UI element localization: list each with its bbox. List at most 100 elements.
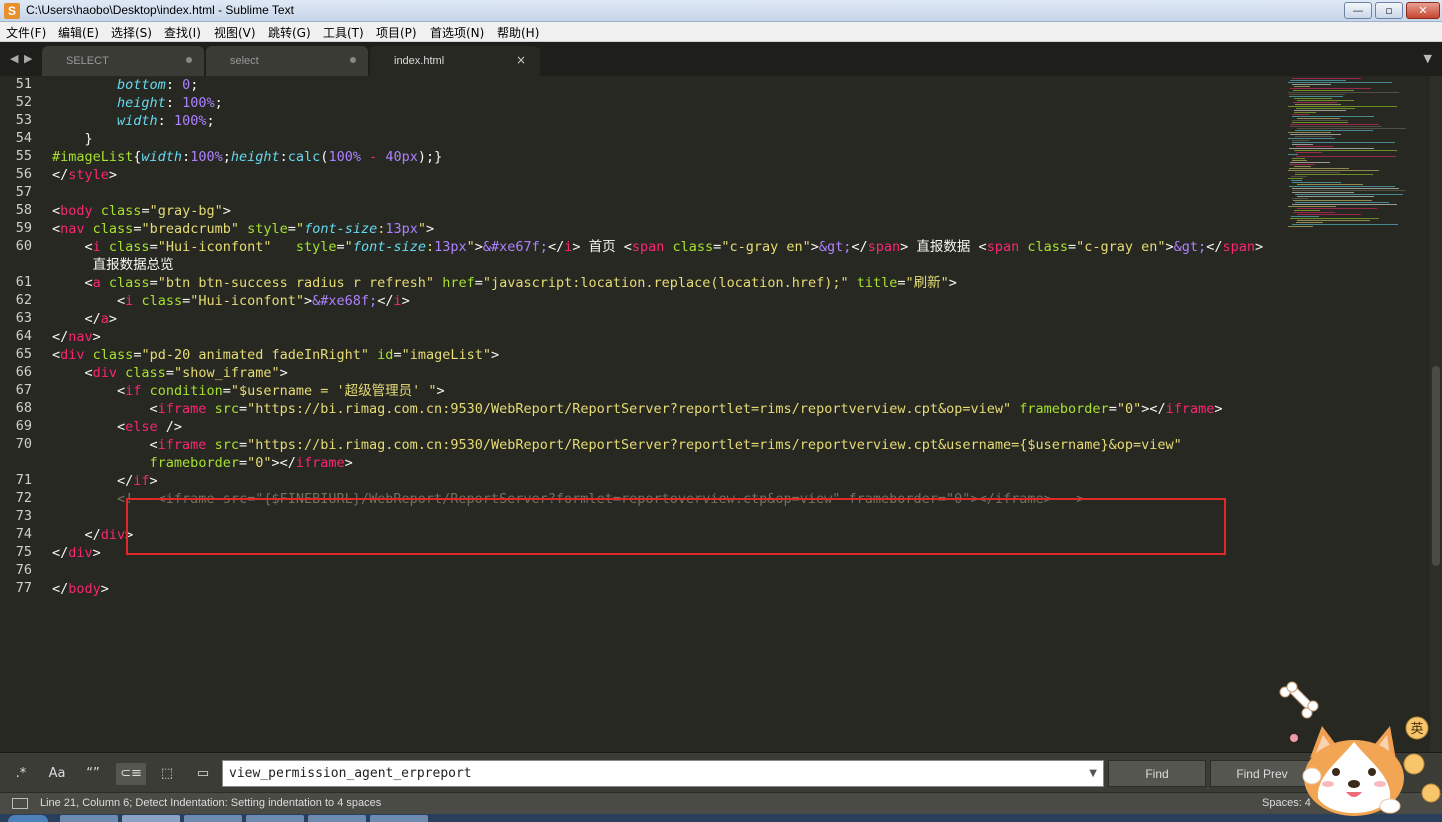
maximize-button[interactable]: ▫ [1375, 2, 1403, 19]
code-line-66: <div class="show_iframe"> [52, 365, 288, 381]
line-number: 64 [15, 328, 32, 344]
minimap-line [1292, 78, 1361, 79]
in-selection-toggle-button[interactable]: ⬚ [152, 763, 182, 785]
line-number: 57 [15, 184, 32, 200]
tab-next-icon[interactable]: ▶ [24, 52, 32, 65]
console-toggle-icon[interactable] [12, 798, 28, 809]
tab-list-dropdown-icon[interactable]: ▼ [1424, 52, 1432, 65]
minimap-line [1291, 180, 1302, 181]
code-line-70-wrap: frameborder="0"></iframe> [149, 455, 353, 471]
code-view[interactable]: bottom: 0; height: 100%; width: 100%; } … [52, 76, 1287, 752]
regex-toggle-button[interactable]: .* [6, 763, 36, 785]
tab-label: select [230, 55, 259, 67]
line-number: 58 [15, 202, 32, 218]
taskbar-app[interactable] [184, 815, 242, 822]
menu-tools[interactable]: 工具(T) [323, 24, 364, 41]
vertical-scrollbar[interactable] [1430, 76, 1442, 752]
menu-bar: 文件(F) 编辑(E) 选择(S) 查找(I) 视图(V) 跳转(G) 工具(T… [0, 22, 1442, 42]
tab-bar: ◀ ▶ SELECT select index.html × ▼ [0, 42, 1442, 76]
minimap-line [1294, 210, 1320, 211]
minimap-line [1291, 176, 1307, 177]
line-number: 67 [15, 382, 32, 398]
code-line-67: <if condition="$username = '超级管理员' "> [52, 383, 445, 399]
taskbar-app[interactable] [60, 815, 118, 822]
minimap[interactable] [1288, 76, 1428, 236]
corgi-mascot-icon[interactable]: 英 [1270, 680, 1442, 822]
menu-project[interactable]: 项目(P) [376, 24, 417, 41]
tab-prev-icon[interactable]: ◀ [10, 52, 18, 65]
menu-help[interactable]: 帮助(H) [497, 24, 539, 41]
highlight-matches-toggle-button[interactable]: ▭ [188, 763, 218, 785]
minimap-line [1292, 116, 1374, 117]
taskbar-app[interactable] [122, 815, 180, 822]
minimap-line [1290, 124, 1379, 125]
minimap-line [1289, 148, 1374, 149]
menu-selection[interactable]: 选择(S) [111, 24, 152, 41]
minimize-button[interactable]: — [1344, 2, 1372, 19]
minimap-line [1292, 144, 1313, 145]
whole-word-toggle-button[interactable]: “” [78, 763, 108, 785]
minimap-line [1292, 114, 1309, 115]
taskbar-app[interactable] [246, 815, 304, 822]
line-number: 53 [15, 112, 32, 128]
minimap-line [1295, 174, 1373, 175]
tab-select-lower[interactable]: select [206, 46, 368, 76]
status-message: Line 21, Column 6; Detect Indentation: S… [40, 797, 382, 809]
find-button[interactable]: Find [1108, 760, 1206, 787]
minimap-line [1288, 178, 1303, 179]
code-line-59: <nav class="breadcrumb" style="font-size… [52, 221, 435, 237]
minimap-line [1292, 190, 1406, 191]
minimap-line [1297, 100, 1354, 101]
minimap-line [1288, 170, 1379, 171]
editor-area[interactable]: 51 52 53 54 55 56 57 58 59 60 61 62 63 64 65 66 67 68 69 70… [0, 76, 1442, 752]
minimap-line [1292, 204, 1397, 205]
minimap-line [1290, 126, 1382, 127]
line-number: 55 [15, 148, 32, 164]
menu-goto[interactable]: 跳转(G) [268, 24, 311, 41]
emoji-icon[interactable] [1403, 753, 1425, 775]
menu-file[interactable]: 文件(F) [6, 24, 46, 41]
minimap-line [1292, 224, 1398, 225]
minimap-line [1297, 184, 1363, 185]
minimap-line [1295, 130, 1373, 131]
find-panel: .* Aa “” ⊂≡ ⬚ ▭ view_permission_agent_er… [0, 752, 1442, 792]
menu-find[interactable]: 查找(I) [164, 24, 201, 41]
line-number: 63 [15, 310, 32, 326]
scrollbar-thumb[interactable] [1432, 366, 1440, 566]
code-line-56: </style> [52, 167, 118, 183]
taskbar-app[interactable] [370, 815, 428, 822]
minimap-line [1297, 118, 1340, 119]
taskbar-app[interactable] [308, 815, 366, 822]
line-number: 70 [15, 436, 32, 452]
close-button[interactable]: ✕ [1406, 2, 1440, 19]
code-line-61: <a class="btn btn-success radius r refre… [52, 275, 957, 291]
title-bar: S C:\Users\haobo\Desktop\index.html - Su… [0, 0, 1442, 22]
tab-label: index.html [394, 55, 445, 67]
minimap-line [1296, 108, 1355, 109]
window-title: C:\Users\haobo\Desktop\index.html - Subl… [26, 3, 294, 17]
os-taskbar [0, 814, 1442, 822]
case-sensitive-toggle-button[interactable]: Aa [42, 763, 72, 785]
line-number: 59 [15, 220, 32, 236]
sublime-app-icon: S [4, 3, 20, 19]
menu-edit[interactable]: 编辑(E) [58, 24, 99, 41]
line-number: 51 [15, 76, 32, 92]
minimap-line [1297, 208, 1377, 209]
corgi-face-icon [1302, 726, 1404, 816]
minimap-line [1291, 216, 1319, 217]
minimap-line [1296, 222, 1323, 223]
line-number: 65 [15, 346, 32, 362]
find-input[interactable]: view_permission_agent_erpreport ▼ [222, 760, 1104, 787]
tab-select-upper[interactable]: SELECT [42, 46, 204, 76]
menu-preferences[interactable]: 首选项(N) [430, 24, 484, 41]
line-number: 74 [15, 526, 32, 542]
tab-index-html[interactable]: index.html × [370, 46, 540, 76]
minimap-line [1295, 104, 1341, 105]
find-history-dropdown-icon[interactable]: ▼ [1089, 768, 1097, 779]
start-button[interactable] [8, 815, 48, 822]
wrap-toggle-button[interactable]: ⊂≡ [116, 763, 146, 785]
minimap-line [1288, 226, 1313, 227]
menu-view[interactable]: 视图(V) [214, 24, 256, 41]
settings-icon[interactable] [1421, 783, 1441, 803]
tab-close-icon[interactable]: × [516, 53, 526, 67]
